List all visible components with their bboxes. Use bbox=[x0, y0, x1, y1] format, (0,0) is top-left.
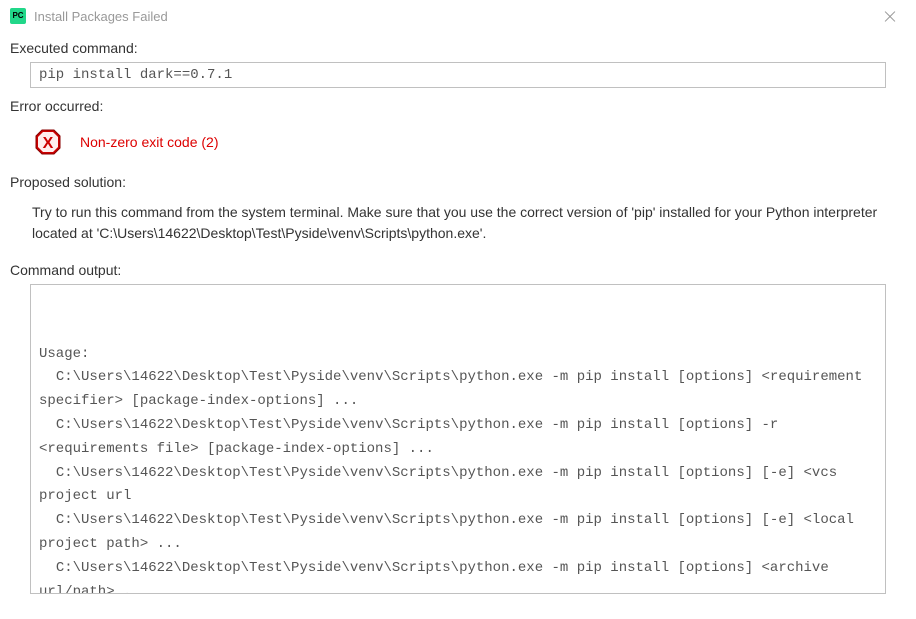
svg-text:X: X bbox=[43, 135, 54, 152]
executed-command-label: Executed command: bbox=[10, 40, 906, 56]
window-title: Install Packages Failed bbox=[34, 9, 168, 24]
pycharm-icon bbox=[10, 8, 26, 24]
executed-command-box: pip install dark==0.7.1 bbox=[30, 62, 886, 88]
command-output-label: Command output: bbox=[10, 262, 906, 278]
error-message: Non-zero exit code (2) bbox=[80, 134, 219, 150]
error-occurred-label: Error occurred: bbox=[10, 98, 906, 114]
command-output-box: Usage: C:\Users\14622\Desktop\Test\Pysid… bbox=[30, 284, 886, 594]
title-bar: Install Packages Failed bbox=[0, 0, 916, 32]
error-icon: X bbox=[34, 128, 62, 156]
dialog-content: Executed command: pip install dark==0.7.… bbox=[0, 32, 916, 602]
solution-text: Try to run this command from the system … bbox=[10, 196, 906, 252]
error-row: X Non-zero exit code (2) bbox=[10, 120, 906, 164]
close-icon[interactable] bbox=[882, 8, 898, 24]
proposed-solution-label: Proposed solution: bbox=[10, 174, 906, 190]
